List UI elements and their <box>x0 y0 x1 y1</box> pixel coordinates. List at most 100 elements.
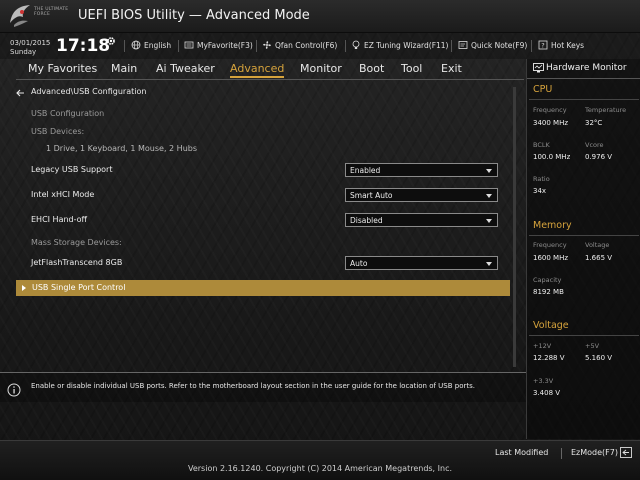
logo-text: THE ULTIMATE FORCE <box>34 7 69 17</box>
voltage-12v-label: +12V <box>533 342 552 350</box>
monitor-icon <box>533 63 544 73</box>
jetflash-label: JetFlashTranscend 8GB <box>31 258 123 267</box>
memory-voltage-label: Voltage <box>585 241 610 249</box>
exit-to-ezmode-icon[interactable] <box>620 447 632 458</box>
language-button[interactable]: English <box>131 40 171 50</box>
mass-storage-devices-heading: Mass Storage Devices: <box>31 238 122 247</box>
quick-note-button[interactable]: Quick Note(F9) <box>458 40 527 50</box>
menu-my-favorites[interactable]: My Favorites <box>28 62 97 75</box>
memory-frequency-value: 1600 MHz <box>533 254 569 262</box>
toolbar-separator <box>345 40 346 52</box>
ehci-hand-off-select[interactable]: Disabled <box>345 213 498 227</box>
memory-frequency-label: Frequency <box>533 241 567 249</box>
ehci-hand-off-value: Disabled <box>350 216 383 225</box>
last-modified-button[interactable]: Last Modified <box>495 448 548 457</box>
memory-capacity-value: 8192 MB <box>533 288 564 296</box>
menu-exit[interactable]: Exit <box>441 62 462 75</box>
usb-devices-heading: USB Devices: <box>31 127 85 136</box>
hardware-monitor-header: Hardware Monitor <box>527 59 640 79</box>
menu-advanced[interactable]: Advanced <box>230 62 285 78</box>
cpu-temperature-label: Temperature <box>585 106 627 114</box>
app-title: UEFI BIOS Utility — Advanced Mode <box>78 8 310 23</box>
svg-text:?: ? <box>541 42 544 50</box>
qfan-control-button[interactable]: Qfan Control(F6) <box>262 40 337 50</box>
usb-single-port-control-item[interactable]: USB Single Port Control <box>16 280 510 296</box>
cpu-temperature-value: 32°C <box>585 119 603 127</box>
my-favorite-button[interactable]: MyFavorite(F3) <box>184 40 253 50</box>
menu-main[interactable]: Main <box>111 62 137 75</box>
back-arrow-icon[interactable] <box>15 88 25 98</box>
quick-note-label: Quick Note(F9) <box>471 40 528 50</box>
date-display: 03/01/2015 <box>10 39 51 47</box>
voltage-5v-label: +5V <box>585 342 600 350</box>
chevron-down-icon <box>486 219 492 223</box>
help-bar: Enable or disable individual USB ports. … <box>0 372 526 402</box>
legacy-usb-support-label: Legacy USB Support <box>31 165 113 174</box>
legacy-usb-support-value: Enabled <box>350 166 381 175</box>
usb-single-port-control-label: USB Single Port Control <box>32 283 126 292</box>
cpu-heading: CPU <box>533 84 553 95</box>
voltage-5v-value: 5.160 V <box>585 354 613 362</box>
voltage-3v3-value: 3.408 V <box>533 389 561 397</box>
intel-xhci-mode-value: Smart Auto <box>350 191 393 200</box>
usb-configuration-heading: USB Configuration <box>31 109 105 118</box>
jetflash-select[interactable]: Auto <box>345 256 498 270</box>
note-icon <box>458 41 468 49</box>
section-divider <box>529 99 639 100</box>
chevron-down-icon <box>486 194 492 198</box>
toolbar-separator <box>256 40 257 52</box>
usb-devices-value: 1 Drive, 1 Keyboard, 1 Mouse, 2 Hubs <box>46 144 198 153</box>
breadcrumb: Advanced\USB Configuration <box>31 87 147 96</box>
rog-logo-icon <box>10 5 30 27</box>
cpu-vcore-label: Vcore <box>585 141 604 149</box>
globe-icon <box>131 40 141 50</box>
cpu-bclk-value: 100.0 MHz <box>533 153 571 161</box>
day-display: Sunday <box>10 48 37 56</box>
legacy-usb-support-select[interactable]: Enabled <box>345 163 498 177</box>
voltage-heading: Voltage <box>533 320 569 331</box>
menu-tool[interactable]: Tool <box>401 62 422 75</box>
intel-xhci-mode-label: Intel xHCI Mode <box>31 190 95 199</box>
memory-heading: Memory <box>533 220 572 231</box>
gear-icon[interactable] <box>106 36 116 46</box>
favorite-list-icon <box>184 41 194 49</box>
toolbar-separator <box>124 40 125 52</box>
toolbar-separator <box>531 40 532 52</box>
intel-xhci-mode-select[interactable]: Smart Auto <box>345 188 498 202</box>
toolbar-separator <box>451 40 452 52</box>
hot-keys-button[interactable]: ? Hot Keys <box>538 40 584 50</box>
cpu-frequency-label: Frequency <box>533 106 567 114</box>
hardware-monitor-title: Hardware Monitor <box>546 63 627 73</box>
cpu-ratio-value: 34x <box>533 187 547 195</box>
my-favorite-label: MyFavorite(F3) <box>197 40 253 50</box>
lightbulb-icon <box>352 40 360 49</box>
version-copyright: Version 2.16.1240. Copyright (C) 2014 Am… <box>187 464 453 473</box>
title-bar: THE ULTIMATE FORCE UEFI BIOS Utility — A… <box>0 0 640 33</box>
ez-tuning-wizard-button[interactable]: EZ Tuning Wizard(F11) <box>351 40 448 50</box>
chevron-right-icon <box>22 285 26 291</box>
time-display[interactable]: 17:18 <box>56 36 110 56</box>
menu-monitor[interactable]: Monitor <box>300 62 342 75</box>
cpu-frequency-value: 3400 MHz <box>533 119 569 127</box>
menu-ai-tweaker[interactable]: Ai Tweaker <box>156 62 215 75</box>
ezmode-button[interactable]: EzMode(F7) <box>571 448 618 457</box>
cpu-vcore-value: 0.976 V <box>585 153 613 161</box>
jetflash-value: Auto <box>350 259 368 268</box>
info-icon <box>7 383 21 397</box>
footer-bar: Last Modified EzMode(F7) Version 2.16.12… <box>0 440 640 480</box>
content-scrollbar[interactable] <box>513 87 516 367</box>
chevron-down-icon <box>486 262 492 266</box>
ez-tuning-wizard-label: EZ Tuning Wizard(F11) <box>364 40 449 50</box>
hardware-monitor-panel: Hardware Monitor CPU Frequency Temperatu… <box>526 59 640 439</box>
menu-boot[interactable]: Boot <box>359 62 384 75</box>
footer-separator <box>561 448 562 459</box>
cpu-bclk-label: BCLK <box>533 141 550 149</box>
memory-capacity-label: Capacity <box>533 276 562 284</box>
toolbar-separator <box>178 40 179 52</box>
section-divider <box>529 235 639 236</box>
main-menu: My Favorites Main Ai Tweaker Advanced Mo… <box>16 59 524 80</box>
ehci-hand-off-label: EHCI Hand-off <box>31 215 88 224</box>
help-text: Enable or disable individual USB ports. … <box>31 382 476 390</box>
help-key-icon: ? <box>538 40 548 50</box>
chevron-down-icon <box>486 169 492 173</box>
